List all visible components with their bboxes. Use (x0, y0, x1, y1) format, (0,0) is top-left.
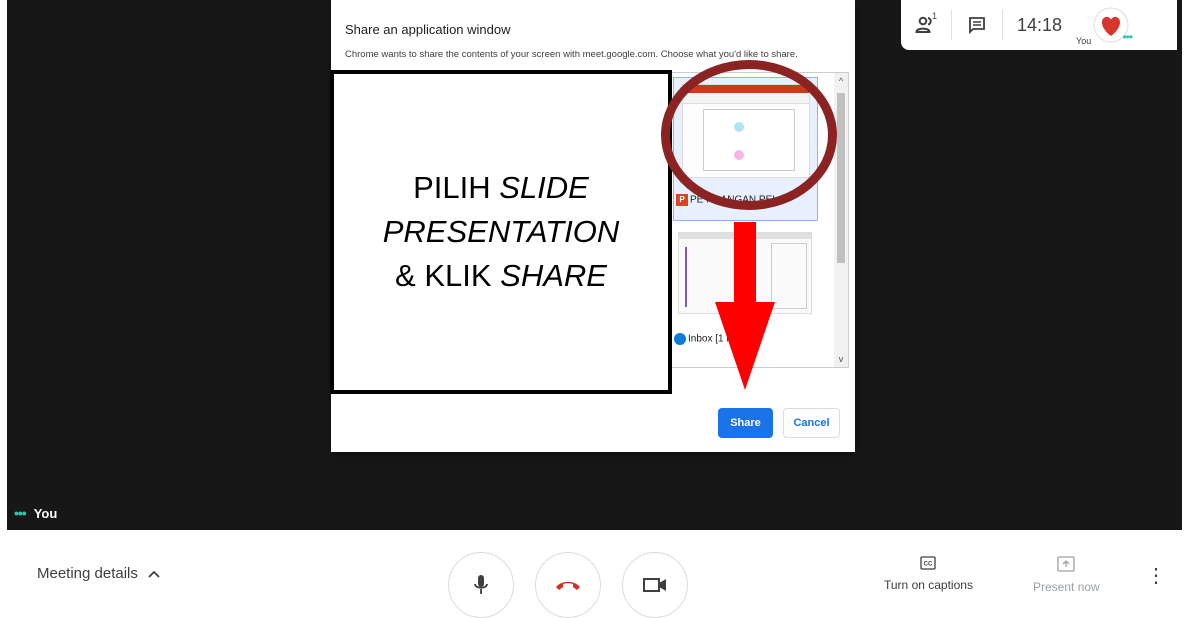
instruction-text: PILIH SLIDE PRESENTATION & KLIK SHARE (382, 170, 620, 293)
chevron-up-icon (148, 570, 160, 578)
present-label: Present now (1033, 580, 1100, 594)
leave-call-button[interactable] (535, 552, 601, 618)
instruction-callout: PILIH SLIDE PRESENTATION & KLIK SHARE (330, 70, 672, 394)
closed-captions-icon: CC (920, 556, 937, 570)
share-button[interactable]: Share (718, 408, 773, 438)
page-margin (0, 0, 7, 618)
chat-icon (969, 17, 985, 34)
dialog-title: Share an application window (345, 22, 511, 37)
speaking-indicator-icon: ••• (14, 505, 27, 521)
self-tile-label: ••• You (14, 505, 57, 521)
present-now-button[interactable]: Present now (1033, 556, 1100, 594)
more-options-button[interactable]: ⋮ (1146, 560, 1166, 590)
edge-icon (674, 333, 686, 345)
self-avatar[interactable]: You ••• (1074, 0, 1133, 50)
self-name: You (33, 505, 58, 521)
cancel-button[interactable]: Cancel (783, 408, 840, 438)
clock: 14:18 (1017, 14, 1063, 35)
captions-button[interactable]: CC Turn on captions (884, 556, 973, 592)
powerpoint-icon: P (676, 194, 688, 206)
scroll-down-icon[interactable]: v (834, 351, 848, 367)
captions-label: Turn on captions (884, 578, 973, 592)
list-scrollbar[interactable]: ^ v (834, 73, 848, 367)
speaking-indicator-icon: ••• (1122, 30, 1133, 44)
scroll-up-icon[interactable]: ^ (834, 73, 848, 89)
avatar-you-label: You (1076, 36, 1092, 46)
meeting-details-label: Meeting details (37, 565, 138, 582)
camera-button[interactable] (622, 552, 688, 618)
present-screen-icon (1057, 556, 1075, 572)
svg-text:CC: CC (924, 562, 933, 568)
top-info-bar: 1 14:18 You ••• (901, 0, 1177, 50)
people-button[interactable]: 1 (901, 0, 951, 50)
more-vert-icon: ⋮ (1146, 564, 1166, 587)
people-count: 1 (932, 11, 938, 21)
down-arrow-icon (715, 222, 775, 390)
chat-button[interactable] (952, 0, 1002, 50)
highlight-circle (661, 60, 837, 210)
camera-icon (643, 578, 666, 592)
microphone-icon (474, 575, 488, 594)
bottom-controls-bar: Meeting details CC Turn on captions Pres… (0, 530, 1187, 618)
hang-up-icon (556, 581, 580, 590)
scroll-thumb[interactable] (837, 93, 845, 263)
microphone-button[interactable] (448, 552, 514, 618)
meeting-details-button[interactable]: Meeting details (37, 565, 160, 582)
dialog-description: Chrome wants to share the contents of yo… (345, 49, 798, 60)
